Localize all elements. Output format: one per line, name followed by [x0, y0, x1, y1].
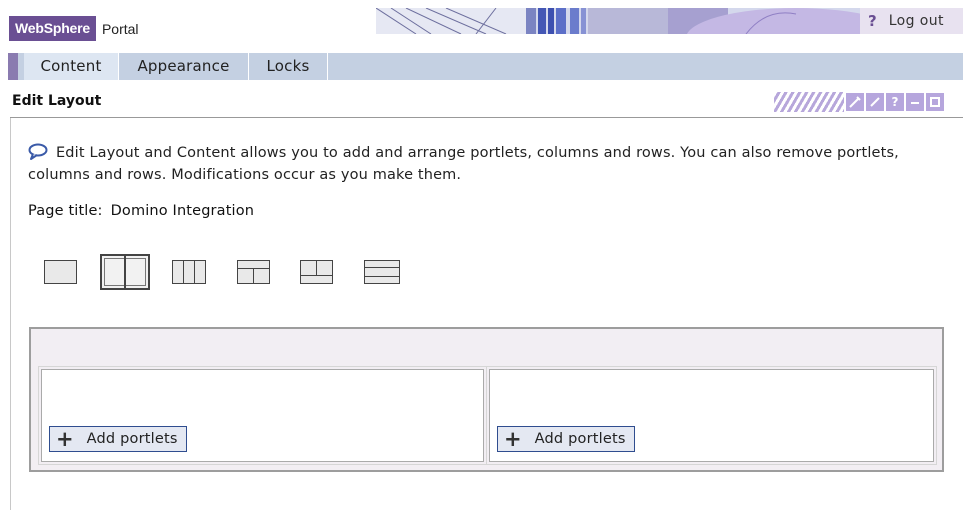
description-body: Edit Layout and Content allows you to ad… [28, 145, 899, 183]
three-rows-layout-icon[interactable] [364, 260, 400, 284]
pencil-icon[interactable] [866, 93, 884, 111]
two-column-layout-icon[interactable] [100, 254, 150, 290]
portlet-title: Edit Layout [12, 93, 102, 109]
add-portlets-label: Add portlets [534, 431, 626, 447]
websphere-portal-logo: WebSphere Portal [9, 16, 139, 41]
tab-bar-accent [8, 53, 18, 80]
add-portlets-button[interactable]: + Add portlets [497, 426, 635, 452]
portlet-toolbar: ? [774, 92, 944, 112]
tab-separator [327, 53, 328, 80]
banner-graphic [376, 8, 860, 34]
layout-editor-container: + Add portlets + Add portlets [29, 327, 944, 472]
logout-area: ? Log out [860, 8, 963, 34]
logo-product-text: Portal [101, 20, 139, 37]
logo-brand-text: WebSphere [9, 16, 96, 41]
edit-wrench-icon[interactable] [846, 93, 864, 111]
tab-locks[interactable]: Locks [249, 53, 327, 80]
one-column-layout-icon[interactable] [44, 260, 77, 284]
layout-column-right: + Add portlets [486, 366, 937, 465]
description-text: Edit Layout and Content allows you to ad… [28, 143, 958, 185]
toolbar-decoration [774, 92, 844, 112]
add-portlets-label: Add portlets [86, 431, 178, 447]
add-portlets-button[interactable]: + Add portlets [49, 426, 187, 452]
portlet-left-border [10, 118, 11, 510]
page-title-row: Page title: Domino Integration [28, 203, 254, 219]
layout-column-left: + Add portlets [38, 366, 487, 465]
minimize-icon[interactable] [906, 93, 924, 111]
help-icon[interactable]: ? [868, 12, 877, 30]
plus-icon: + [504, 427, 522, 451]
tab-bar: Content Appearance Locks [8, 53, 963, 80]
title-divider [10, 117, 963, 118]
page-title-label: Page title: [28, 203, 103, 219]
tab-content[interactable]: Content [24, 53, 118, 80]
two-columns-over-row-layout-icon[interactable] [300, 260, 333, 284]
three-column-layout-icon[interactable] [172, 260, 206, 284]
maximize-icon[interactable] [926, 93, 944, 111]
help-icon[interactable]: ? [886, 93, 904, 111]
page-title-value: Domino Integration [110, 203, 255, 219]
speech-bubble-icon [28, 143, 48, 166]
logout-link[interactable]: Log out [889, 13, 944, 29]
row-over-two-columns-layout-icon[interactable] [237, 260, 270, 284]
tab-appearance[interactable]: Appearance [119, 53, 248, 80]
plus-icon: + [56, 427, 74, 451]
